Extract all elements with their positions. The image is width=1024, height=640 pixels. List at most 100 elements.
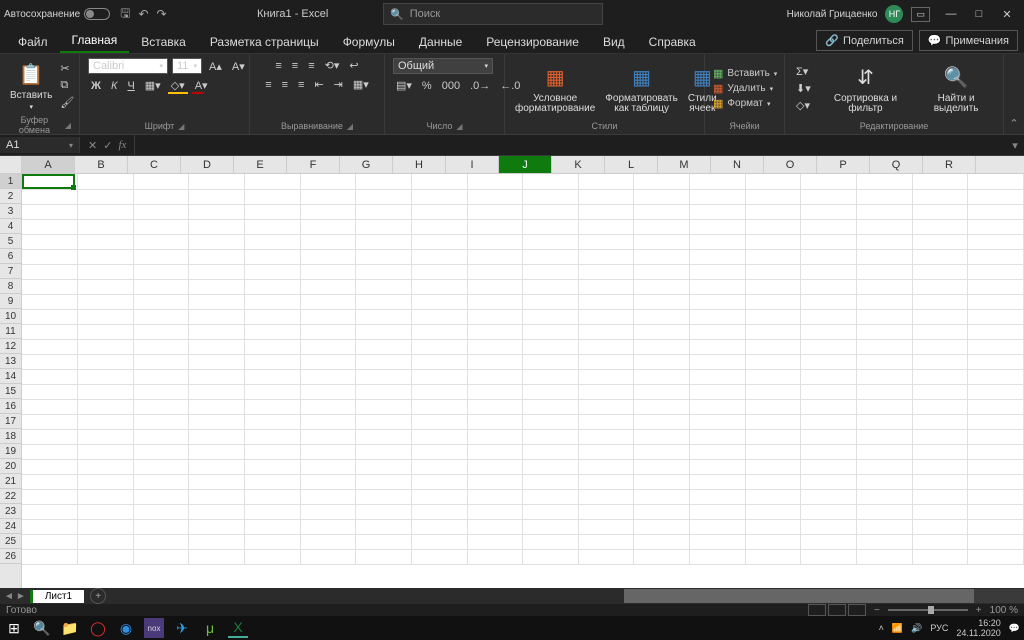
- cell[interactable]: [78, 279, 134, 294]
- cell[interactable]: [356, 219, 412, 234]
- cancel-formula-icon[interactable]: ✕: [88, 139, 97, 152]
- row-header[interactable]: 9: [0, 294, 21, 309]
- cell[interactable]: [690, 429, 746, 444]
- cell[interactable]: [578, 189, 634, 204]
- cell[interactable]: [856, 534, 912, 549]
- cell[interactable]: [578, 294, 634, 309]
- cell[interactable]: [467, 534, 523, 549]
- cell[interactable]: [411, 414, 467, 429]
- column-header[interactable]: H: [393, 156, 446, 173]
- cell[interactable]: [411, 399, 467, 414]
- column-header[interactable]: G: [340, 156, 393, 173]
- cell[interactable]: [912, 324, 968, 339]
- cell[interactable]: [133, 264, 189, 279]
- cell[interactable]: [634, 249, 690, 264]
- cell[interactable]: [801, 279, 857, 294]
- utorrent-icon[interactable]: μ: [200, 618, 220, 638]
- tab-data[interactable]: Данные: [407, 31, 474, 53]
- delete-cells-button[interactable]: ▦Удалить▾: [713, 82, 777, 95]
- cell[interactable]: [411, 204, 467, 219]
- autosum-icon[interactable]: Σ▾: [793, 64, 814, 79]
- row-header[interactable]: 20: [0, 459, 21, 474]
- cell[interactable]: [245, 459, 301, 474]
- cell[interactable]: [78, 414, 134, 429]
- cell[interactable]: [856, 369, 912, 384]
- cell[interactable]: [912, 534, 968, 549]
- cut-icon[interactable]: ✂: [60, 62, 74, 75]
- cell[interactable]: [690, 414, 746, 429]
- cell[interactable]: [133, 354, 189, 369]
- cell[interactable]: [356, 324, 412, 339]
- cell[interactable]: [189, 504, 245, 519]
- cell[interactable]: [578, 264, 634, 279]
- row-header[interactable]: 16: [0, 399, 21, 414]
- cell[interactable]: [745, 429, 801, 444]
- cell[interactable]: [912, 204, 968, 219]
- row-header[interactable]: 12: [0, 339, 21, 354]
- cell[interactable]: [22, 399, 78, 414]
- cell[interactable]: [356, 459, 412, 474]
- align-bottom-icon[interactable]: ≡: [305, 59, 317, 73]
- cell[interactable]: [22, 459, 78, 474]
- toggle-icon[interactable]: [84, 8, 110, 20]
- cell[interactable]: [411, 279, 467, 294]
- cell[interactable]: [968, 534, 1024, 549]
- cell[interactable]: [856, 309, 912, 324]
- formula-input[interactable]: [135, 143, 1006, 147]
- cell[interactable]: [300, 189, 356, 204]
- insert-cells-button[interactable]: ▦Вставить▾: [713, 67, 777, 80]
- cell[interactable]: [133, 489, 189, 504]
- cell[interactable]: [634, 264, 690, 279]
- cell[interactable]: [912, 459, 968, 474]
- cell[interactable]: [801, 519, 857, 534]
- tab-help[interactable]: Справка: [637, 31, 708, 53]
- row-header[interactable]: 26: [0, 549, 21, 564]
- cell[interactable]: [78, 549, 134, 564]
- cell[interactable]: [356, 534, 412, 549]
- cell[interactable]: [523, 534, 579, 549]
- cell[interactable]: [745, 414, 801, 429]
- cell[interactable]: [245, 309, 301, 324]
- cell[interactable]: [467, 189, 523, 204]
- cell[interactable]: [189, 174, 245, 189]
- cell[interactable]: [578, 339, 634, 354]
- cell[interactable]: [245, 399, 301, 414]
- cell[interactable]: [634, 204, 690, 219]
- cell[interactable]: [968, 219, 1024, 234]
- cell[interactable]: [411, 309, 467, 324]
- cell[interactable]: [690, 294, 746, 309]
- cell[interactable]: [22, 324, 78, 339]
- minimize-button[interactable]: —: [938, 2, 964, 26]
- cell[interactable]: [856, 489, 912, 504]
- cell[interactable]: [745, 459, 801, 474]
- cell[interactable]: [467, 324, 523, 339]
- cell[interactable]: [22, 294, 78, 309]
- row-header[interactable]: 23: [0, 504, 21, 519]
- cell[interactable]: [22, 489, 78, 504]
- row-header[interactable]: 8: [0, 279, 21, 294]
- cell[interactable]: [968, 234, 1024, 249]
- cell[interactable]: [78, 504, 134, 519]
- cell[interactable]: [78, 534, 134, 549]
- fill-color-icon[interactable]: ◇▾: [168, 78, 188, 93]
- cell[interactable]: [22, 339, 78, 354]
- cell[interactable]: [245, 354, 301, 369]
- merge-icon[interactable]: ▦▾: [350, 77, 372, 92]
- cell[interactable]: [300, 339, 356, 354]
- cell[interactable]: [189, 444, 245, 459]
- cell[interactable]: [189, 234, 245, 249]
- grow-font-icon[interactable]: A▴: [206, 59, 225, 74]
- cell[interactable]: [523, 264, 579, 279]
- cell[interactable]: [745, 369, 801, 384]
- cell[interactable]: [245, 474, 301, 489]
- cell[interactable]: [523, 399, 579, 414]
- cell[interactable]: [133, 234, 189, 249]
- cell[interactable]: [411, 384, 467, 399]
- orientation-icon[interactable]: ⟲▾: [322, 58, 343, 73]
- row-header[interactable]: 19: [0, 444, 21, 459]
- bold-button[interactable]: Ж: [88, 79, 104, 93]
- row-header[interactable]: 4: [0, 219, 21, 234]
- column-header[interactable]: R: [923, 156, 976, 173]
- cell[interactable]: [467, 264, 523, 279]
- cell[interactable]: [634, 279, 690, 294]
